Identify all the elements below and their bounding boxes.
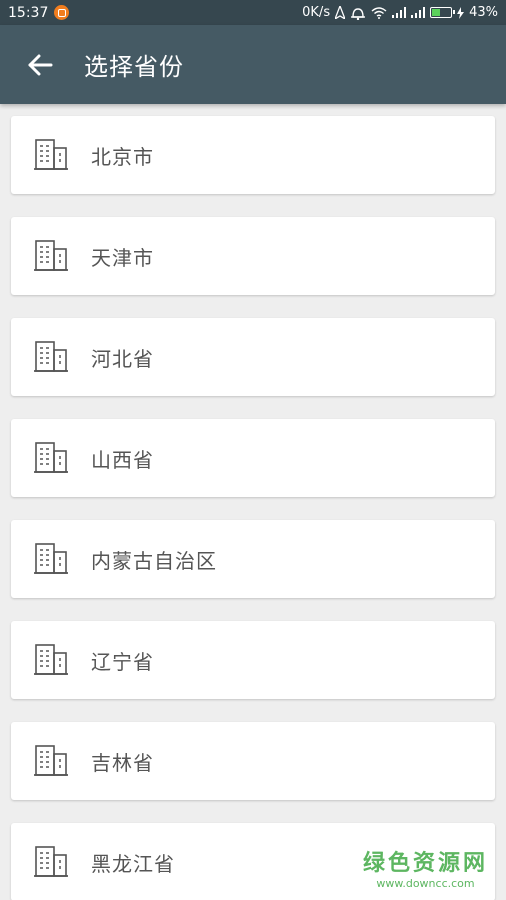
status-right: 0K/s 43% — [302, 5, 498, 20]
page-title: 选择省份 — [84, 53, 184, 81]
province-item[interactable]: 辽宁省 — [11, 621, 495, 699]
app-notification-icon — [54, 5, 70, 20]
building-icon — [11, 138, 91, 172]
province-item[interactable]: 内蒙古自治区 — [11, 520, 495, 598]
province-name: 辽宁省 — [91, 649, 154, 674]
battery-percent: 43% — [469, 5, 498, 20]
building-icon — [11, 340, 91, 374]
wifi-icon — [371, 6, 387, 19]
province-name: 吉林省 — [91, 750, 154, 775]
back-arrow-icon — [28, 54, 53, 75]
province-name: 黑龙江省 — [91, 851, 175, 876]
back-button[interactable] — [0, 25, 80, 104]
province-name: 天津市 — [91, 245, 154, 270]
signal-icon-1 — [392, 7, 407, 18]
building-icon — [11, 845, 91, 879]
net-speed: 0K/s — [302, 5, 331, 20]
status-left: 15:37 — [8, 4, 70, 21]
toolbar: 选择省份 — [0, 25, 506, 104]
building-icon — [11, 643, 91, 677]
navigation-icon — [335, 6, 346, 19]
building-icon — [11, 542, 91, 576]
alarm-icon — [350, 6, 366, 20]
battery-icon — [430, 7, 456, 18]
charging-icon — [457, 6, 465, 19]
building-icon — [11, 441, 91, 475]
province-item[interactable]: 山西省 — [11, 419, 495, 497]
province-item[interactable]: 吉林省 — [11, 722, 495, 800]
building-icon — [11, 239, 91, 273]
province-name: 河北省 — [91, 346, 154, 371]
status-time: 15:37 — [8, 4, 49, 21]
signal-icon-2 — [411, 7, 426, 18]
province-name: 北京市 — [91, 144, 154, 169]
status-bar: 15:37 0K/s 43% — [0, 0, 506, 25]
province-item[interactable]: 天津市 — [11, 217, 495, 295]
province-item[interactable]: 北京市 — [11, 116, 495, 194]
province-item[interactable]: 河北省 — [11, 318, 495, 396]
building-icon — [11, 744, 91, 778]
province-list: 北京市 天津市 河北省 山西省 内蒙古自治区 辽宁省 吉林省 黑龙江省 — [11, 116, 495, 900]
province-name: 内蒙古自治区 — [91, 548, 217, 573]
province-item[interactable]: 黑龙江省 — [11, 823, 495, 900]
province-name: 山西省 — [91, 447, 154, 472]
